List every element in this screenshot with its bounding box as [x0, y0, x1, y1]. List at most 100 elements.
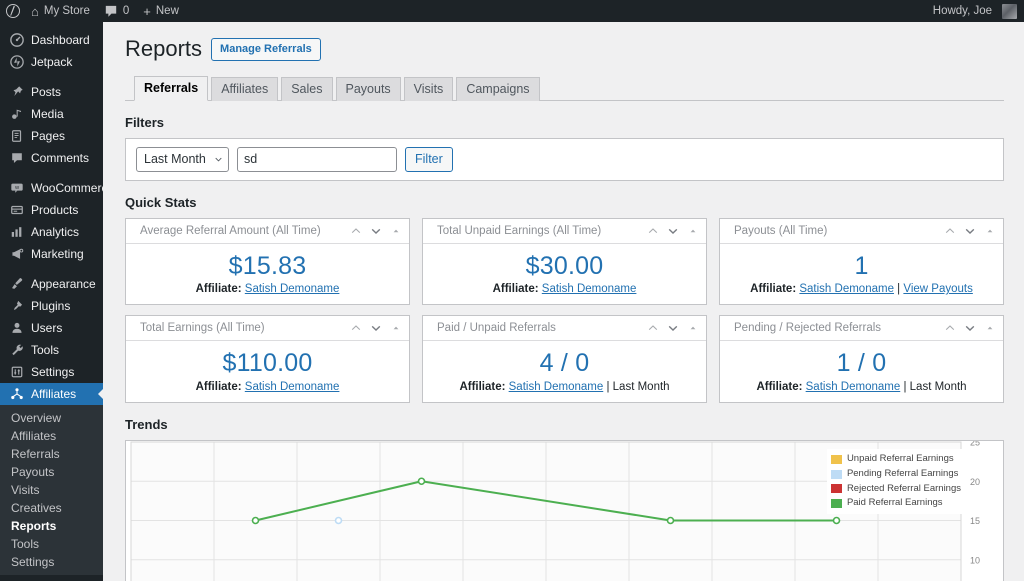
comments-count: 0: [123, 5, 129, 17]
chevron-up-icon[interactable]: [945, 323, 955, 333]
comment-icon: [9, 151, 24, 166]
submenu-item-reports[interactable]: Reports: [0, 517, 103, 535]
submenu-item-payouts[interactable]: Payouts: [0, 463, 103, 481]
sidebar-item-products[interactable]: Products: [0, 199, 103, 221]
stat-card-sub-prefix: Affiliate:: [750, 283, 796, 295]
chevron-up-icon[interactable]: [945, 226, 955, 236]
sidebar-separator: [0, 169, 103, 177]
chevron-up-icon[interactable]: [648, 323, 658, 333]
chevron-down-icon[interactable]: [668, 323, 678, 333]
submenu-item-tools[interactable]: Tools: [0, 535, 103, 553]
affiliate-link[interactable]: Satish Demoname: [542, 283, 637, 295]
submenu-item-creatives[interactable]: Creatives: [0, 499, 103, 517]
submenu-item-visits[interactable]: Visits: [0, 481, 103, 499]
avatar: [1002, 4, 1017, 19]
sidebar-item-settings[interactable]: Settings: [0, 361, 103, 383]
manage-referrals-button[interactable]: Manage Referrals: [211, 38, 321, 61]
chevron-down-icon[interactable]: [668, 226, 678, 236]
stat-card-subtext: Affiliate: Satish Demoname | Last Month: [429, 381, 700, 393]
stat-card-header: Average Referral Amount (All Time): [126, 219, 409, 244]
sidebar-item-posts[interactable]: Posts: [0, 81, 103, 103]
collapse-caret-icon[interactable]: [391, 226, 401, 236]
chevron-down-icon[interactable]: [965, 226, 975, 236]
submenu-item-settings[interactable]: Settings: [0, 553, 103, 571]
legend-label: Rejected Referral Earnings: [847, 482, 961, 497]
sidebar-item-media[interactable]: Media: [0, 103, 103, 125]
site-name-menu[interactable]: ⌂ My Store: [24, 0, 97, 22]
chevron-down-icon[interactable]: [371, 226, 381, 236]
tab-visits[interactable]: Visits: [404, 77, 454, 101]
chevron-up-icon[interactable]: [351, 323, 361, 333]
chevron-up-icon[interactable]: [648, 226, 658, 236]
comments-bubble[interactable]: 0: [97, 0, 136, 22]
stat-card-body: $30.00 Affiliate: Satish Demoname: [423, 244, 706, 305]
sidebar-item-label: Comments: [31, 151, 89, 165]
sidebar-item-affiliates[interactable]: Affiliates: [0, 383, 103, 405]
sidebar-item-dashboard[interactable]: Dashboard: [0, 29, 103, 51]
chevron-down-icon[interactable]: [371, 323, 381, 333]
admin-bar: ⌂ My Store 0 + New Howdy, Joe: [0, 0, 1024, 22]
chevron-down-icon[interactable]: [965, 323, 975, 333]
sidebar-item-jetpack[interactable]: Jetpack: [0, 51, 103, 73]
stat-card-header: Total Earnings (All Time): [126, 316, 409, 341]
media-icon: [9, 107, 24, 122]
sidebar-item-label: Tools: [31, 343, 59, 357]
sidebar-item-pages[interactable]: Pages: [0, 125, 103, 147]
stat-card-body: $15.83 Affiliate: Satish Demoname: [126, 244, 409, 305]
collapse-caret-icon[interactable]: [688, 226, 698, 236]
tab-bar: Referrals Affiliates Sales Payouts Visit…: [125, 76, 1004, 101]
tab-sales[interactable]: Sales: [281, 77, 332, 101]
sidebar-item-analytics[interactable]: Analytics: [0, 221, 103, 243]
jetpack-icon: [9, 55, 24, 70]
affiliate-link[interactable]: Satish Demoname: [509, 381, 604, 393]
brush-icon: [9, 277, 24, 292]
comment-bubble-icon: [104, 5, 118, 18]
sidebar-item-marketing[interactable]: Marketing: [0, 243, 103, 265]
howdy-label: Howdy, Joe: [933, 5, 992, 17]
legend-swatch: [831, 455, 842, 464]
collapse-caret-icon[interactable]: [688, 323, 698, 333]
trends-chart[interactable]: 25201510 Unpaid Referral Earnings Pendin…: [125, 440, 1004, 581]
admin-sidebar[interactable]: Dashboard Jetpack Posts Media Pages Comm…: [0, 22, 103, 581]
sidebar-item-users[interactable]: Users: [0, 317, 103, 339]
wordpress-logo-icon: [6, 4, 20, 18]
tab-payouts[interactable]: Payouts: [336, 77, 401, 101]
collapse-caret-icon[interactable]: [985, 323, 995, 333]
new-content-menu[interactable]: + New: [136, 0, 186, 22]
sidebar-item-comments[interactable]: Comments: [0, 147, 103, 169]
collapse-caret-icon[interactable]: [985, 226, 995, 236]
tab-campaigns[interactable]: Campaigns: [456, 77, 539, 101]
date-range-select[interactable]: Last Month: [136, 147, 229, 172]
stat-card-subtext: Affiliate: Satish Demoname: [132, 283, 403, 295]
stat-card-separator: |: [903, 381, 906, 393]
stat-card-controls: [648, 323, 698, 333]
collapse-caret-icon[interactable]: [391, 323, 401, 333]
filters-panel: Last Month Filter: [125, 138, 1004, 181]
search-input[interactable]: [237, 147, 397, 172]
sidebar-item-tools[interactable]: Tools: [0, 339, 103, 361]
affiliate-link[interactable]: Satish Demoname: [806, 381, 901, 393]
sidebar-item-plugins[interactable]: Plugins: [0, 295, 103, 317]
stat-card-average-referral-amount: Average Referral Amount (All Time) $15.8…: [125, 218, 410, 306]
submenu-item-affiliates[interactable]: Affiliates: [0, 427, 103, 445]
tab-referrals[interactable]: Referrals: [134, 76, 208, 101]
filter-button[interactable]: Filter: [405, 147, 453, 172]
wp-logo-menu[interactable]: [0, 0, 24, 22]
submenu-item-overview[interactable]: Overview: [0, 409, 103, 427]
sidebar-item-woocommerce[interactable]: W WooCommerce: [0, 177, 103, 199]
chevron-up-icon[interactable]: [351, 226, 361, 236]
sidebar-item-appearance[interactable]: Appearance: [0, 273, 103, 295]
affiliate-link[interactable]: Satish Demoname: [799, 283, 894, 295]
tab-affiliates[interactable]: Affiliates: [211, 77, 278, 101]
users-icon: [9, 321, 24, 336]
my-account-menu[interactable]: Howdy, Joe: [926, 0, 1024, 22]
megaphone-icon: [9, 247, 24, 262]
affiliate-link[interactable]: Satish Demoname: [245, 283, 340, 295]
view-payouts-link[interactable]: View Payouts: [903, 283, 972, 295]
affiliate-link[interactable]: Satish Demoname: [245, 381, 340, 393]
stat-card-title: Total Unpaid Earnings (All Time): [437, 225, 648, 237]
stat-card-body: 1 / 0 Affiliate: Satish Demoname | Last …: [720, 341, 1003, 402]
legend-item-unpaid: Unpaid Referral Earnings: [831, 452, 961, 467]
page-icon: [9, 129, 24, 144]
submenu-item-referrals[interactable]: Referrals: [0, 445, 103, 463]
